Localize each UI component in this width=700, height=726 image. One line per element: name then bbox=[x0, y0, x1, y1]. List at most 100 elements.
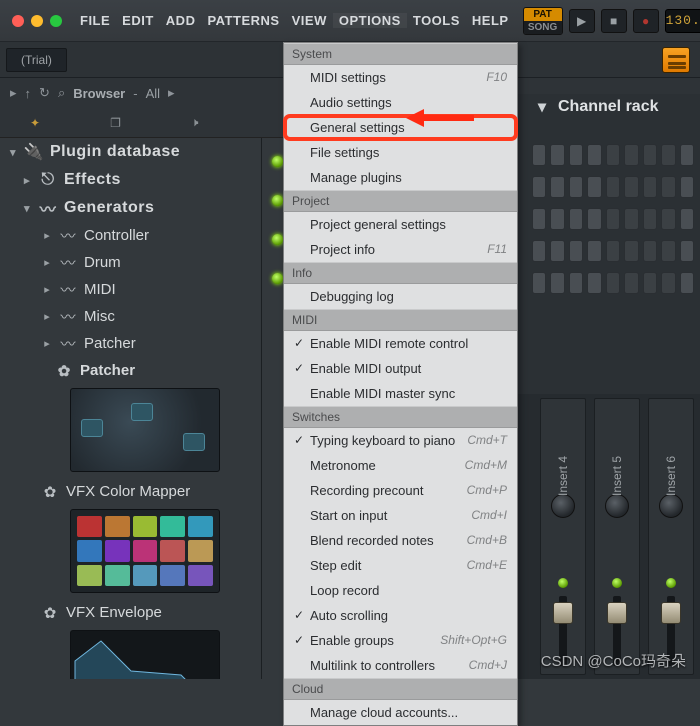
step-button[interactable] bbox=[680, 240, 694, 262]
menu-item-enable-midi-output[interactable]: ✓Enable MIDI output bbox=[284, 356, 517, 381]
refresh-icon[interactable]: ↻ bbox=[39, 85, 50, 101]
menu-item-project-general-settings[interactable]: Project general settings bbox=[284, 212, 517, 237]
menu-add[interactable]: ADD bbox=[160, 13, 202, 28]
fader-cap[interactable] bbox=[607, 602, 627, 624]
step-button[interactable] bbox=[606, 208, 620, 230]
step-button[interactable] bbox=[643, 144, 657, 166]
step-button[interactable] bbox=[643, 176, 657, 198]
menu-item-step-edit[interactable]: Step editCmd+E bbox=[284, 553, 517, 578]
chevron-down-icon[interactable]: ▾ bbox=[534, 99, 550, 115]
step-button[interactable] bbox=[680, 272, 694, 294]
menu-item-manage-cloud-accounts-[interactable]: Manage cloud accounts... bbox=[284, 700, 517, 725]
step-button[interactable] bbox=[643, 272, 657, 294]
insert-led[interactable] bbox=[612, 578, 622, 588]
expand-icon[interactable]: ▸ bbox=[42, 310, 52, 323]
step-button[interactable] bbox=[661, 240, 675, 262]
menu-view[interactable]: VIEW bbox=[286, 13, 333, 28]
menu-item-typing-keyboard-to-piano[interactable]: ✓Typing keyboard to pianoCmd+T bbox=[284, 428, 517, 453]
chevron-right-icon[interactable]: ▸ bbox=[10, 85, 17, 101]
search-icon[interactable]: ⌕ bbox=[58, 85, 65, 101]
menu-file[interactable]: FILE bbox=[74, 13, 116, 28]
tree-plugin-database[interactable]: ▾ 🔌 Plugin database bbox=[0, 138, 261, 166]
menu-item-audio-settings[interactable]: Audio settings bbox=[284, 90, 517, 115]
step-button[interactable] bbox=[532, 272, 546, 294]
step-sequencer[interactable] bbox=[532, 144, 694, 304]
mute-icon[interactable]: 🕨 bbox=[191, 115, 199, 130]
step-button[interactable] bbox=[550, 176, 564, 198]
menu-item-loop-record[interactable]: Loop record bbox=[284, 578, 517, 603]
tree-effects[interactable]: ▸ ⎋ Effects bbox=[0, 166, 261, 194]
menu-item-enable-groups[interactable]: ✓Enable groupsShift+Opt+G bbox=[284, 628, 517, 653]
step-button[interactable] bbox=[661, 176, 675, 198]
play-button[interactable]: ▶ bbox=[569, 9, 595, 33]
insert-led[interactable] bbox=[666, 578, 676, 588]
tree-item-controller[interactable]: ▸〰Controller bbox=[0, 222, 261, 249]
step-button[interactable] bbox=[643, 208, 657, 230]
menu-edit[interactable]: EDIT bbox=[116, 13, 160, 28]
step-button[interactable] bbox=[532, 176, 546, 198]
step-button[interactable] bbox=[550, 272, 564, 294]
menu-item-auto-scrolling[interactable]: ✓Auto scrolling bbox=[284, 603, 517, 628]
step-button[interactable] bbox=[661, 272, 675, 294]
tempo-display[interactable]: 130.000 bbox=[665, 9, 700, 33]
close-icon[interactable] bbox=[12, 15, 24, 27]
tree-item-midi[interactable]: ▸〰MIDI bbox=[0, 276, 261, 303]
insert-led[interactable] bbox=[558, 578, 568, 588]
collapse-icon[interactable]: ▾ bbox=[22, 202, 32, 215]
stop-button[interactable]: ■ bbox=[601, 9, 627, 33]
step-button[interactable] bbox=[624, 144, 638, 166]
step-button[interactable] bbox=[624, 176, 638, 198]
channel-led[interactable] bbox=[272, 234, 283, 245]
chevron-right-icon[interactable]: ▸ bbox=[168, 85, 175, 101]
expand-icon[interactable]: ▸ bbox=[42, 229, 52, 242]
tree-patcher-selected[interactable]: ✿ Patcher bbox=[0, 357, 261, 384]
step-button[interactable] bbox=[606, 240, 620, 262]
menu-item-midi-settings[interactable]: MIDI settingsF10 bbox=[284, 65, 517, 90]
channel-led[interactable] bbox=[272, 273, 283, 284]
step-button[interactable] bbox=[643, 240, 657, 262]
menu-options[interactable]: OPTIONS bbox=[333, 13, 407, 28]
step-button[interactable] bbox=[606, 144, 620, 166]
pan-knob[interactable] bbox=[659, 494, 683, 518]
expand-icon[interactable]: ▸ bbox=[42, 283, 52, 296]
channel-led[interactable] bbox=[272, 195, 283, 206]
step-button[interactable] bbox=[550, 240, 564, 262]
expand-icon[interactable]: ▸ bbox=[22, 174, 32, 187]
pan-knob[interactable] bbox=[551, 494, 575, 518]
up-arrow-icon[interactable]: ↑ bbox=[25, 86, 32, 101]
menu-item-debugging-log[interactable]: Debugging log bbox=[284, 284, 517, 309]
menu-item-start-on-input[interactable]: Start on inputCmd+I bbox=[284, 503, 517, 528]
zoom-icon[interactable] bbox=[50, 15, 62, 27]
step-button[interactable] bbox=[624, 240, 638, 262]
expand-icon[interactable]: ▸ bbox=[42, 337, 52, 350]
fader-cap[interactable] bbox=[661, 602, 681, 624]
expand-icon[interactable]: ▸ bbox=[42, 256, 52, 269]
step-button[interactable] bbox=[569, 176, 583, 198]
menu-item-enable-midi-master-sync[interactable]: Enable MIDI master sync bbox=[284, 381, 517, 406]
mixer-insert[interactable]: Insert 5 bbox=[594, 398, 640, 675]
patcher-thumbnail[interactable] bbox=[70, 388, 220, 472]
collapse-icon[interactable]: ▾ bbox=[8, 146, 18, 159]
copy-icon[interactable]: ❐ bbox=[110, 116, 121, 130]
step-button[interactable] bbox=[569, 208, 583, 230]
pan-knob[interactable] bbox=[605, 494, 629, 518]
step-button[interactable] bbox=[606, 176, 620, 198]
vfx-envelope-thumbnail[interactable] bbox=[70, 630, 220, 679]
step-button[interactable] bbox=[680, 144, 694, 166]
step-button[interactable] bbox=[532, 240, 546, 262]
menu-help[interactable]: HELP bbox=[466, 13, 515, 28]
tree-item-patcher[interactable]: ▸〰Patcher bbox=[0, 330, 261, 357]
menu-item-project-info[interactable]: Project infoF11 bbox=[284, 237, 517, 262]
step-button[interactable] bbox=[569, 272, 583, 294]
step-button[interactable] bbox=[661, 144, 675, 166]
menu-item-general-settings[interactable]: General settings bbox=[284, 115, 517, 140]
menu-tools[interactable]: TOOLS bbox=[407, 13, 466, 28]
pat-song-toggle[interactable]: PAT SONG bbox=[523, 7, 563, 35]
channel-rack-header[interactable]: ▾ Channel rack bbox=[518, 94, 700, 120]
mixer-insert[interactable]: Insert 4 bbox=[540, 398, 586, 675]
step-button[interactable] bbox=[624, 272, 638, 294]
menu-patterns[interactable]: PATTERNS bbox=[201, 13, 285, 28]
tree-item-drum[interactable]: ▸〰Drum bbox=[0, 249, 261, 276]
step-button[interactable] bbox=[680, 208, 694, 230]
step-button[interactable] bbox=[550, 144, 564, 166]
